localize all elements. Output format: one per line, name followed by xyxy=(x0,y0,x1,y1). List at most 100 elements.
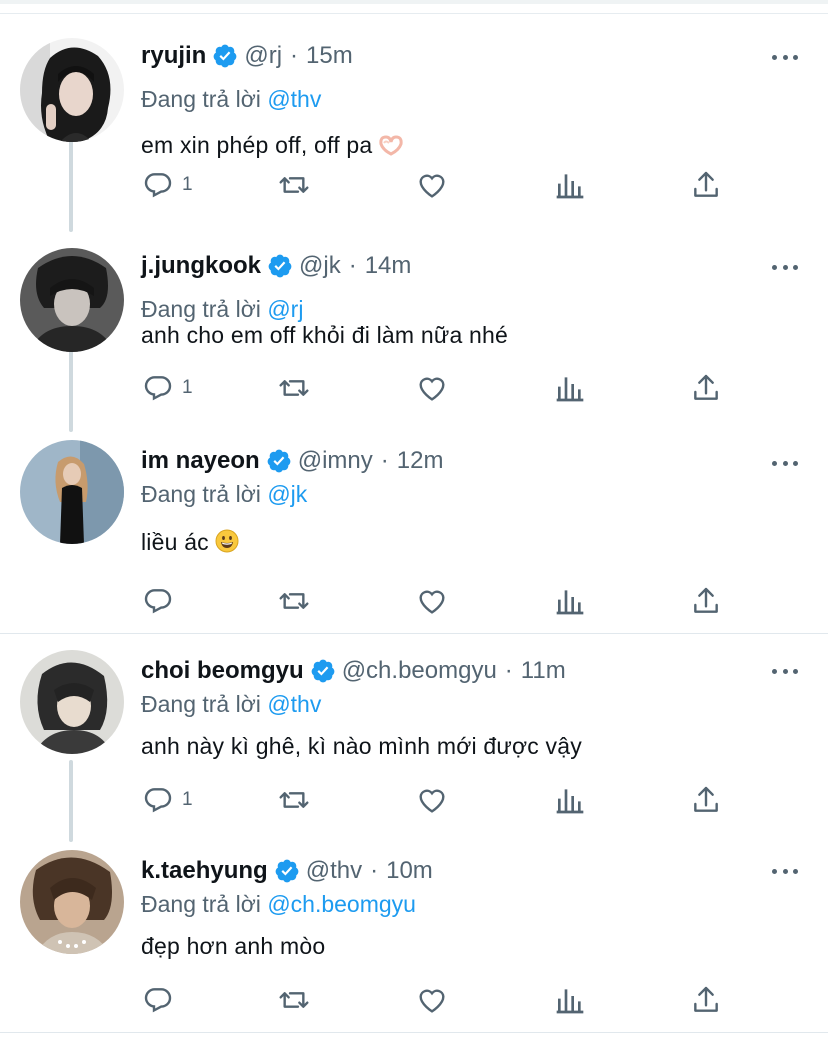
reply-icon xyxy=(144,173,172,198)
display-name[interactable]: j.jungkook xyxy=(141,252,261,280)
avatar[interactable] xyxy=(20,248,124,352)
separator-dot: · xyxy=(380,447,389,474)
timestamp[interactable]: 12m xyxy=(397,447,444,475)
tweet[interactable]: j.jungkook @jk · 14m Đang trả lời @rj an… xyxy=(0,228,828,428)
mention-link[interactable]: @thv xyxy=(267,86,321,112)
timestamp[interactable]: 11m xyxy=(521,657,566,685)
heart-hands-emoji xyxy=(379,135,403,156)
avatar[interactable] xyxy=(20,850,124,954)
like-button[interactable] xyxy=(416,584,448,618)
timestamp[interactable]: 15m xyxy=(306,42,353,70)
tweet[interactable]: choi beomgyu @ch.beomgyu · 11m Đang trả … xyxy=(0,640,828,840)
reply-count: 1 xyxy=(182,377,193,398)
reply-count: 1 xyxy=(182,789,193,810)
more-options-icon[interactable] xyxy=(772,254,798,280)
separator-dot: · xyxy=(290,42,299,69)
verified-badge-icon xyxy=(267,449,291,473)
display-name[interactable]: choi beomgyu xyxy=(141,657,304,685)
reply-icon xyxy=(144,788,172,813)
retweet-icon xyxy=(279,792,309,808)
reply-button[interactable]: 1 xyxy=(142,371,193,405)
replying-to-label: Đang trả lời xyxy=(141,481,261,507)
like-icon xyxy=(419,174,445,198)
handle[interactable]: @thv xyxy=(306,857,362,885)
share-button[interactable] xyxy=(690,983,722,1017)
views-icon xyxy=(556,377,584,402)
retweet-icon xyxy=(279,380,309,396)
more-options-icon[interactable] xyxy=(772,658,798,684)
timestamp[interactable]: 10m xyxy=(386,857,433,885)
handle[interactable]: @ch.beomgyu xyxy=(342,657,497,685)
like-button[interactable] xyxy=(416,783,448,817)
share-icon xyxy=(694,986,718,1012)
like-button[interactable] xyxy=(416,371,448,405)
mention-link[interactable]: @rj xyxy=(267,296,303,322)
tweet-actions: 1 xyxy=(0,371,828,411)
share-button[interactable] xyxy=(690,783,722,817)
mention-link[interactable]: @thv xyxy=(267,691,321,717)
separator-dot: · xyxy=(370,857,379,884)
reply-icon xyxy=(144,376,172,401)
reply-thread-page: ryujin @rj · 15m Đang trả lời @thv em xi… xyxy=(0,0,828,1037)
tweet-header: choi beomgyu @ch.beomgyu · 11m xyxy=(141,656,566,686)
reply-button[interactable]: 1 xyxy=(142,783,193,817)
share-button[interactable] xyxy=(690,584,722,618)
tweet[interactable]: im nayeon @imny · 12m Đang trả lời @jk l… xyxy=(0,428,828,628)
views-button[interactable] xyxy=(554,168,586,202)
replying-to-label: Đang trả lời xyxy=(141,86,261,112)
timestamp[interactable]: 14m xyxy=(365,252,412,280)
like-button[interactable] xyxy=(416,168,448,202)
tweet-text-content: đẹp hơn anh mòo xyxy=(141,933,326,959)
top-border xyxy=(0,0,828,4)
display-name[interactable]: ryujin xyxy=(141,42,206,70)
reply-button[interactable] xyxy=(142,584,182,618)
tweet-actions xyxy=(0,584,828,624)
mention-link[interactable]: @jk xyxy=(267,481,307,507)
replying-to: Đang trả lời @jk xyxy=(141,481,307,508)
verified-badge-icon xyxy=(311,659,335,683)
top-divider xyxy=(0,13,828,14)
tweet-text-content: anh cho em off khỏi đi làm nữa nhé xyxy=(141,322,508,348)
handle[interactable]: @rj xyxy=(244,42,282,70)
replying-to-label: Đang trả lời xyxy=(141,296,261,322)
share-icon xyxy=(694,374,718,400)
tweet-actions: 1 xyxy=(0,783,828,823)
retweet-button[interactable] xyxy=(278,584,310,618)
share-button[interactable] xyxy=(690,168,722,202)
tweet-header: k.taehyung @thv · 10m xyxy=(141,856,433,886)
avatar[interactable] xyxy=(20,440,124,544)
more-options-icon[interactable] xyxy=(772,858,798,884)
handle[interactable]: @imny xyxy=(298,447,373,475)
avatar[interactable] xyxy=(20,38,124,142)
views-button[interactable] xyxy=(554,783,586,817)
tweet[interactable]: ryujin @rj · 15m Đang trả lời @thv em xi… xyxy=(0,18,828,218)
retweet-button[interactable] xyxy=(278,783,310,817)
mention-link[interactable]: @ch.beomgyu xyxy=(267,891,416,917)
views-icon xyxy=(556,174,584,199)
display-name[interactable]: k.taehyung xyxy=(141,857,268,885)
reply-icon xyxy=(144,988,172,1013)
replying-to: Đang trả lời @rj xyxy=(141,296,303,323)
display-name[interactable]: im nayeon xyxy=(141,447,260,475)
separator-dot: · xyxy=(504,657,513,684)
like-button[interactable] xyxy=(416,983,448,1017)
more-options-icon[interactable] xyxy=(772,44,798,70)
reply-button[interactable]: 1 xyxy=(142,168,193,202)
replying-to: Đang trả lời @ch.beomgyu xyxy=(141,891,416,918)
views-button[interactable] xyxy=(554,584,586,618)
avatar[interactable] xyxy=(20,650,124,754)
share-button[interactable] xyxy=(690,371,722,405)
views-button[interactable] xyxy=(554,371,586,405)
tweet-header: ryujin @rj · 15m xyxy=(141,41,353,71)
reply-button[interactable] xyxy=(142,983,182,1017)
retweet-button[interactable] xyxy=(278,983,310,1017)
share-icon xyxy=(694,587,718,613)
replying-to-label: Đang trả lời xyxy=(141,891,261,917)
tweet[interactable]: k.taehyung @thv · 10m Đang trả lời @ch.b… xyxy=(0,838,828,1037)
handle[interactable]: @jk xyxy=(299,252,341,280)
views-icon xyxy=(556,989,584,1014)
retweet-button[interactable] xyxy=(278,168,310,202)
views-button[interactable] xyxy=(554,983,586,1017)
retweet-button[interactable] xyxy=(278,371,310,405)
more-options-icon[interactable] xyxy=(772,450,798,476)
